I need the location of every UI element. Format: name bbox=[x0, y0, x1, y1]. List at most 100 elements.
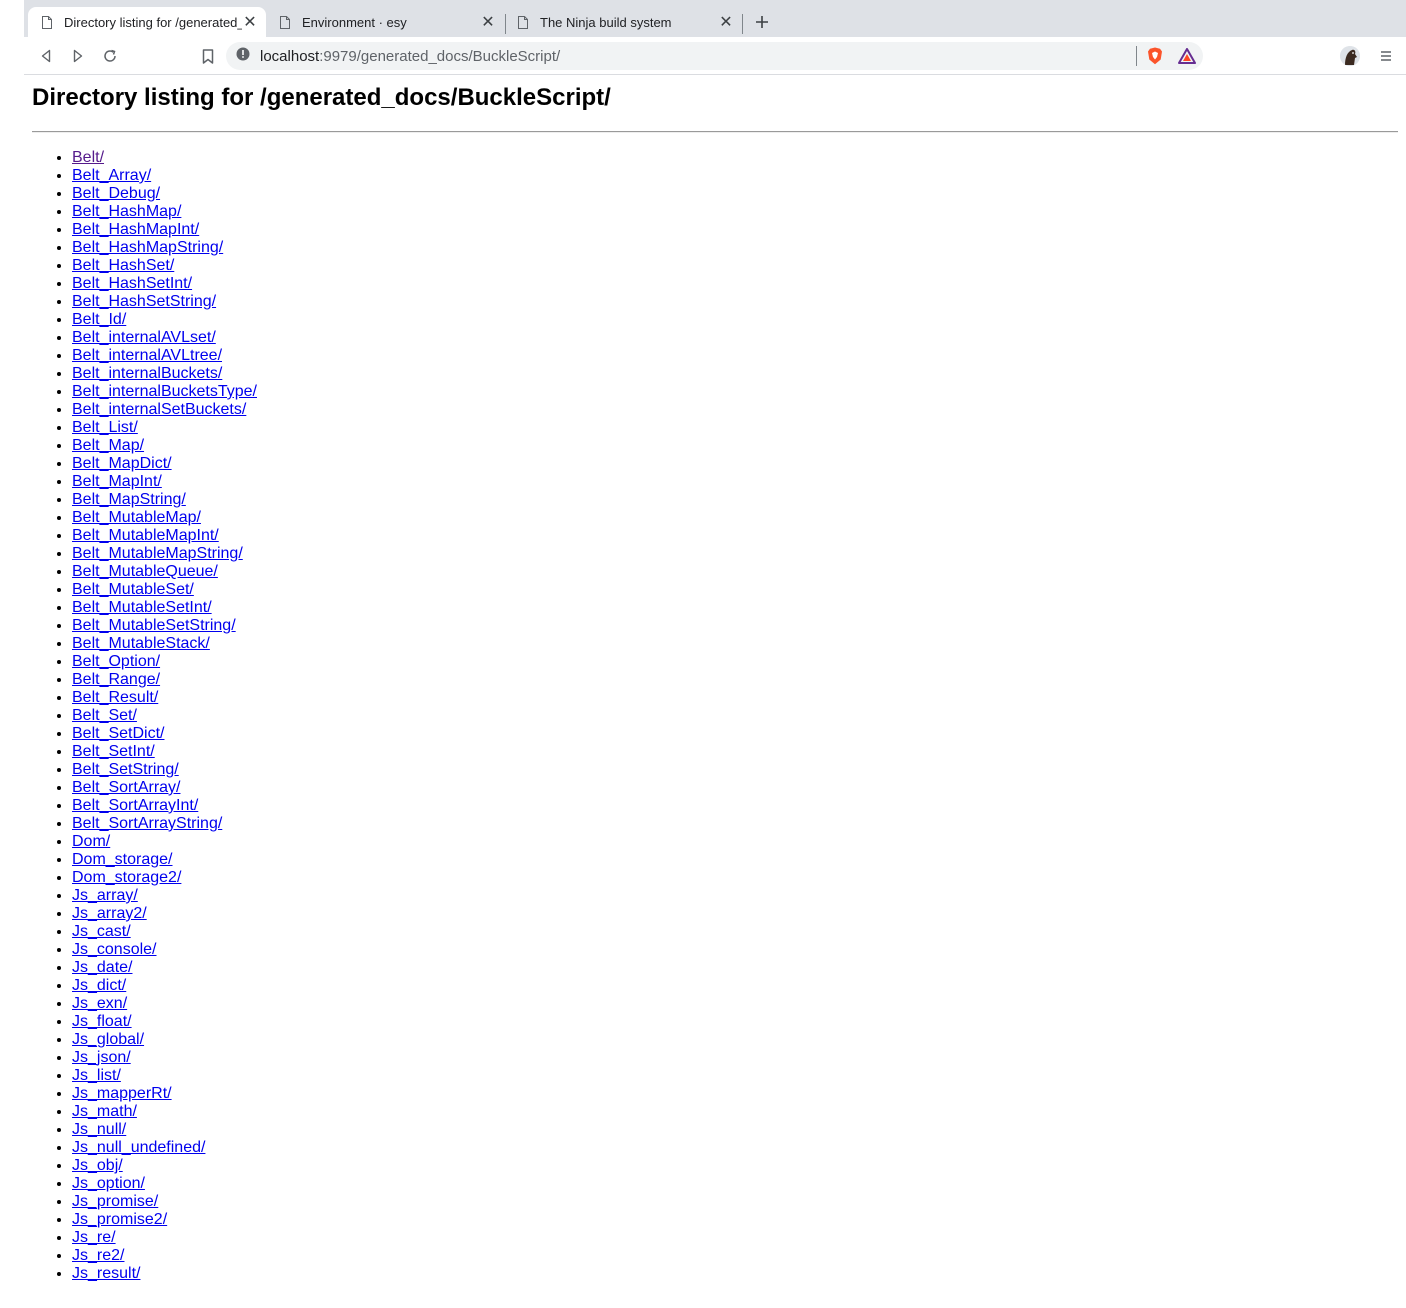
directory-link[interactable]: Js_option/ bbox=[72, 1175, 145, 1192]
directory-link[interactable]: Js_array2/ bbox=[72, 905, 147, 922]
list-item: Belt_MapInt/ bbox=[72, 473, 257, 491]
directory-link[interactable]: Belt_SetInt/ bbox=[72, 743, 155, 760]
directory-link[interactable]: Belt_MutableSetInt/ bbox=[72, 599, 212, 616]
directory-link[interactable]: Belt_HashSetInt/ bbox=[72, 275, 192, 292]
directory-link[interactable]: Belt_MutableStack/ bbox=[72, 635, 210, 652]
list-item: Belt_HashMapString/ bbox=[72, 239, 257, 257]
directory-link[interactable]: Dom/ bbox=[72, 833, 110, 850]
directory-link[interactable]: Belt_MutableMapInt/ bbox=[72, 527, 219, 544]
list-item: Belt_MutableMapString/ bbox=[72, 545, 257, 563]
directory-link[interactable]: Belt_Set/ bbox=[72, 707, 137, 724]
directory-link[interactable]: Js_list/ bbox=[72, 1067, 121, 1084]
directory-link[interactable]: Belt_SortArrayInt/ bbox=[72, 797, 198, 814]
address-bar[interactable]: localhost:9979/generated_docs/BuckleScri… bbox=[226, 42, 1203, 70]
directory-link[interactable]: Belt_MapInt/ bbox=[72, 473, 162, 490]
directory-link[interactable]: Belt_Range/ bbox=[72, 671, 160, 688]
url-text[interactable]: localhost:9979/generated_docs/BuckleScri… bbox=[260, 48, 560, 65]
directory-link[interactable]: Belt_SetString/ bbox=[72, 761, 179, 778]
directory-link[interactable]: Belt/ bbox=[72, 149, 104, 166]
new-tab-icon[interactable] bbox=[752, 12, 772, 32]
directory-link[interactable]: Js_console/ bbox=[72, 941, 157, 958]
close-tab-icon[interactable]: ✕ bbox=[480, 14, 496, 31]
directory-link[interactable]: Belt_internalAVLtree/ bbox=[72, 347, 222, 364]
tab-environment-esy[interactable]: Environment · esy ✕ bbox=[266, 7, 504, 37]
list-item: Js_exn/ bbox=[72, 995, 257, 1013]
directory-link[interactable]: Js_promise2/ bbox=[72, 1211, 167, 1228]
directory-link[interactable]: Js_cast/ bbox=[72, 923, 131, 940]
directory-link[interactable]: Belt_internalSetBuckets/ bbox=[72, 401, 246, 418]
directory-link[interactable]: Js_obj/ bbox=[72, 1157, 123, 1174]
tab-separator bbox=[742, 14, 743, 34]
directory-link[interactable]: Belt_HashMapInt/ bbox=[72, 221, 199, 238]
directory-link[interactable]: Js_math/ bbox=[72, 1103, 137, 1120]
brave-rewards-icon[interactable] bbox=[1178, 48, 1196, 69]
directory-link[interactable]: Belt_MutableMapString/ bbox=[72, 545, 243, 562]
profile-avatar[interactable] bbox=[1340, 46, 1360, 66]
directory-link[interactable]: Belt_MutableMap/ bbox=[72, 509, 201, 526]
directory-link[interactable]: Belt_MutableSet/ bbox=[72, 581, 194, 598]
directory-link[interactable]: Belt_internalBucketsType/ bbox=[72, 383, 257, 400]
directory-link[interactable]: Dom_storage2/ bbox=[72, 869, 181, 886]
url-path: :9979/generated_docs/BuckleScript/ bbox=[319, 47, 561, 65]
directory-link[interactable]: Js_global/ bbox=[72, 1031, 144, 1048]
directory-link[interactable]: Js_null_undefined/ bbox=[72, 1139, 205, 1156]
directory-link[interactable]: Belt_SetDict/ bbox=[72, 725, 164, 742]
directory-link[interactable]: Js_result/ bbox=[72, 1265, 140, 1282]
directory-link[interactable]: Belt_MapDict/ bbox=[72, 455, 172, 472]
list-item: Js_promise2/ bbox=[72, 1211, 257, 1229]
directory-link[interactable]: Belt_Array/ bbox=[72, 167, 151, 184]
directory-link[interactable]: Belt_internalBuckets/ bbox=[72, 365, 222, 382]
directory-link[interactable]: Belt_Result/ bbox=[72, 689, 158, 706]
list-item: Belt_HashSetInt/ bbox=[72, 275, 257, 293]
directory-link[interactable]: Js_array/ bbox=[72, 887, 138, 904]
directory-link[interactable]: Dom_storage/ bbox=[72, 851, 173, 868]
list-item: Dom/ bbox=[72, 833, 257, 851]
directory-link[interactable]: Belt_SortArray/ bbox=[72, 779, 180, 796]
directory-link[interactable]: Js_date/ bbox=[72, 959, 132, 976]
list-item: Dom_storage/ bbox=[72, 851, 257, 869]
directory-link[interactable]: Js_float/ bbox=[72, 1013, 132, 1030]
directory-link[interactable]: Belt_SortArrayString/ bbox=[72, 815, 222, 832]
forward-icon[interactable] bbox=[67, 45, 89, 67]
site-info-icon[interactable] bbox=[236, 47, 250, 66]
close-tab-icon[interactable]: ✕ bbox=[242, 14, 258, 31]
directory-link[interactable]: Belt_HashSet/ bbox=[72, 257, 174, 274]
directory-link[interactable]: Js_json/ bbox=[72, 1049, 131, 1066]
directory-link[interactable]: Js_promise/ bbox=[72, 1193, 158, 1210]
list-item: Js_null_undefined/ bbox=[72, 1139, 257, 1157]
directory-link[interactable]: Js_dict/ bbox=[72, 977, 126, 994]
directory-link[interactable]: Js_null/ bbox=[72, 1121, 126, 1138]
directory-link[interactable]: Js_re2/ bbox=[72, 1247, 124, 1264]
directory-link[interactable]: Js_mapperRt/ bbox=[72, 1085, 172, 1102]
tab-title: Directory listing for /generated_docs/Bu… bbox=[64, 14, 242, 30]
directory-link[interactable]: Belt_MutableSetString/ bbox=[72, 617, 236, 634]
list-item: Belt_Result/ bbox=[72, 689, 257, 707]
directory-link[interactable]: Belt_HashMapString/ bbox=[72, 239, 223, 256]
directory-link[interactable]: Belt_HashMap/ bbox=[72, 203, 181, 220]
directory-link[interactable]: Js_re/ bbox=[72, 1229, 116, 1246]
directory-link[interactable]: Belt_MapString/ bbox=[72, 491, 186, 508]
list-item: Belt_Id/ bbox=[72, 311, 257, 329]
list-item: Belt_HashMapInt/ bbox=[72, 221, 257, 239]
bookmark-icon[interactable] bbox=[197, 45, 219, 67]
directory-link[interactable]: Belt_MutableQueue/ bbox=[72, 563, 218, 580]
directory-link[interactable]: Belt_Debug/ bbox=[72, 185, 160, 202]
directory-link[interactable]: Belt_List/ bbox=[72, 419, 138, 436]
directory-link[interactable]: Belt_Option/ bbox=[72, 653, 160, 670]
back-icon[interactable] bbox=[35, 45, 57, 67]
directory-link[interactable]: Js_exn/ bbox=[72, 995, 127, 1012]
brave-shields-icon[interactable] bbox=[1147, 47, 1163, 70]
close-tab-icon[interactable]: ✕ bbox=[718, 14, 734, 31]
directory-link[interactable]: Belt_HashSetString/ bbox=[72, 293, 216, 310]
tab-directory-listing[interactable]: Directory listing for /generated_docs/Bu… bbox=[28, 7, 266, 37]
list-item: Belt_MutableMap/ bbox=[72, 509, 257, 527]
directory-link[interactable]: Belt_Id/ bbox=[72, 311, 126, 328]
directory-link[interactable]: Belt_internalAVLset/ bbox=[72, 329, 216, 346]
list-item: Js_obj/ bbox=[72, 1157, 257, 1175]
list-item: Belt_internalBuckets/ bbox=[72, 365, 257, 383]
tab-ninja-build[interactable]: The Ninja build system ✕ bbox=[504, 7, 742, 37]
list-item: Js_list/ bbox=[72, 1067, 257, 1085]
reload-icon[interactable] bbox=[99, 45, 121, 67]
directory-link[interactable]: Belt_Map/ bbox=[72, 437, 144, 454]
menu-icon[interactable] bbox=[1376, 46, 1396, 66]
